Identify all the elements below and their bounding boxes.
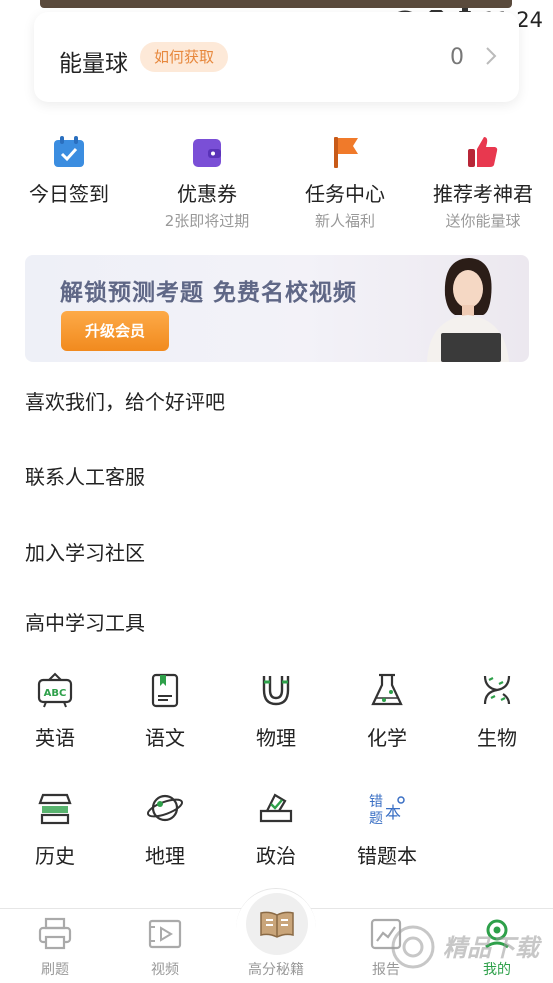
subject-label: 语文 [145,726,185,750]
banner-headline: 解锁预测考题 免费名校视频 [60,280,358,306]
quick-sub: 新人福利 [314,212,375,230]
subject-label: 错题本 [357,844,417,868]
energy-title: 能量球 [59,51,128,77]
book-icon [151,673,179,708]
printer-icon [38,917,72,950]
tab-secrets-label[interactable]: 高分秘籍 [216,959,336,979]
quick-label: 推荐考神君 [433,182,533,206]
quick-sub: 送你能量球 [445,212,521,230]
video-icon [148,919,182,949]
planet-icon [146,794,184,822]
energy-card[interactable]: 能量球 如何获取 0 [34,12,519,102]
dna-icon [483,675,511,705]
calendar-check-icon [54,136,84,167]
subject-label: 历史 [35,844,75,868]
subject-label: 英语 [35,726,75,750]
tab-video[interactable]: 视频 [110,917,220,979]
subject-geography[interactable]: 地理 [110,788,220,869]
subject-label: 化学 [367,726,407,750]
tab-practice[interactable]: 刷题 [0,917,110,979]
subject-chemistry[interactable]: 化学 [332,670,442,751]
quick-coupon[interactable]: 优惠券 2张即将过期 [138,132,276,231]
quick-actions: 今日签到 优惠券 2张即将过期 任务中心 新人福利 推荐考神君 送你能量球 [0,132,553,232]
magnet-icon [262,676,290,706]
subject-chinese[interactable]: 语文 [110,670,220,751]
subject-label: 地理 [145,844,185,868]
subject-politics[interactable]: 政治 [221,788,331,869]
energy-how-badge[interactable]: 如何获取 [140,42,229,72]
watermark-logo [391,925,435,969]
energy-count: 0 [450,45,464,70]
quick-label: 优惠券 [177,182,237,206]
quick-sub: 2张即将过期 [164,212,250,230]
quick-label: 任务中心 [305,182,385,206]
customer-service-item[interactable]: 联系人工客服 [25,461,145,490]
tab-secrets[interactable] [246,893,308,955]
thumbs-up-icon [468,137,498,167]
history-icon [38,793,72,825]
upgrade-vip-button[interactable]: 升级会员 [61,311,169,351]
subject-history[interactable]: 历史 [0,788,110,869]
tools-section-title: 高中学习工具 [25,611,145,635]
subject-mistake-book[interactable]: 错题本 错题本 [332,788,442,869]
rate-us-item[interactable]: 喜欢我们，给个好评吧 [25,386,225,415]
subject-english[interactable]: ABC 英语 [0,670,110,751]
quick-recommend[interactable]: 推荐考神君 送你能量球 [414,132,552,231]
svg-text:ABC: ABC [44,688,67,699]
subject-label: 物理 [256,726,296,750]
mistake-book-icon: 错题本 [369,794,405,826]
subject-label: 生物 [477,726,517,750]
chevron-right-icon [486,47,497,65]
flag-icon [334,137,358,168]
tab-label: 视频 [151,962,179,978]
subject-physics[interactable]: 物理 [221,670,331,751]
watermark: 精品下载 [385,922,550,972]
quick-checkin[interactable]: 今日签到 [0,132,138,207]
open-book-icon [260,911,294,938]
tab-label: 刷题 [41,962,69,978]
svg-text:本: 本 [385,803,401,822]
subject-biology[interactable]: 生物 [442,670,552,751]
flask-icon [371,673,403,706]
abc-board-icon: ABC [37,672,73,708]
ballot-icon [259,793,293,823]
wallet-icon [193,139,221,167]
quick-label: 今日签到 [29,182,109,206]
teacher-illustration [427,258,509,362]
quick-task-center[interactable]: 任务中心 新人福利 [276,132,414,231]
subject-label: 政治 [256,844,296,868]
svg-text:错: 错 [369,794,383,810]
svg-text:题: 题 [369,811,383,826]
watermark-text: 精品下载 [443,934,539,962]
join-community-item[interactable]: 加入学习社区 [25,537,145,566]
vip-banner[interactable]: 解锁预测考题 免费名校视频 升级会员 [25,255,529,362]
